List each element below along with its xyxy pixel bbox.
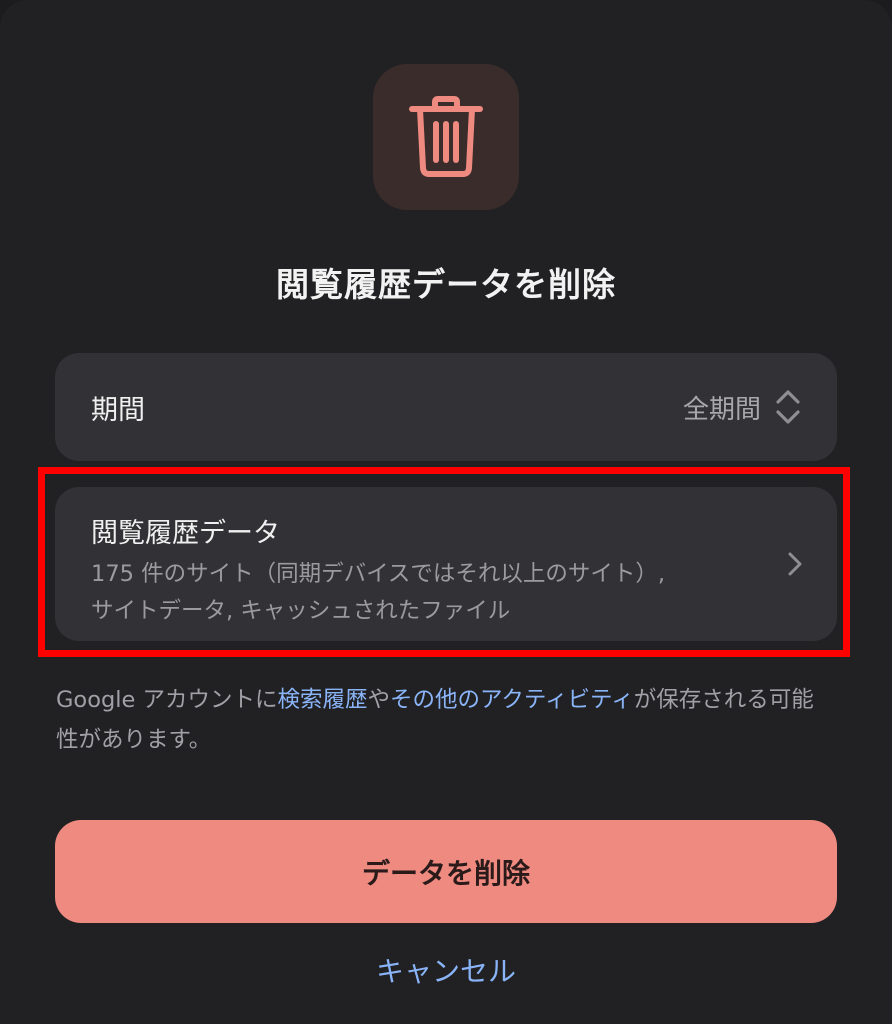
account-notice: Google アカウントに検索履歴やその他のアクティビティが保存される可能性があ… (56, 680, 836, 760)
period-selector[interactable]: 期間 全期間 (55, 353, 837, 461)
browsing-history-item[interactable]: 閲覧履歴データ 175 件のサイト（同期デバイスではそれ以上のサイト）, サイト… (55, 487, 837, 641)
search-history-link[interactable]: 検索履歴 (278, 687, 368, 713)
delete-data-sheet: 閲覧履歴データを削除 期間 全期間 閲覧履歴データ 175 件のサイト（同期デバ… (0, 0, 892, 1024)
delete-data-button[interactable]: データを削除 (55, 820, 837, 923)
trash-icon (373, 64, 519, 210)
period-label: 期間 (91, 394, 145, 426)
chevron-right-icon (787, 551, 803, 581)
history-title: 閲覧履歴データ (91, 518, 280, 549)
cancel-button[interactable]: キャンセル (0, 950, 892, 990)
history-description-line-1: 175 件のサイト（同期デバイスではそれ以上のサイト）, (91, 561, 666, 587)
history-description-line-2: サイトデータ, キャッシュされたファイル (91, 598, 511, 624)
other-activity-link[interactable]: その他のアクティビティ (390, 687, 634, 713)
notice-prefix: Google アカウントに (56, 687, 278, 713)
chevron-up-down-icon (775, 388, 801, 426)
dialog-title: 閲覧履歴データを削除 (276, 265, 616, 304)
period-value: 全期間 (682, 394, 761, 425)
notice-middle: や (367, 687, 391, 713)
